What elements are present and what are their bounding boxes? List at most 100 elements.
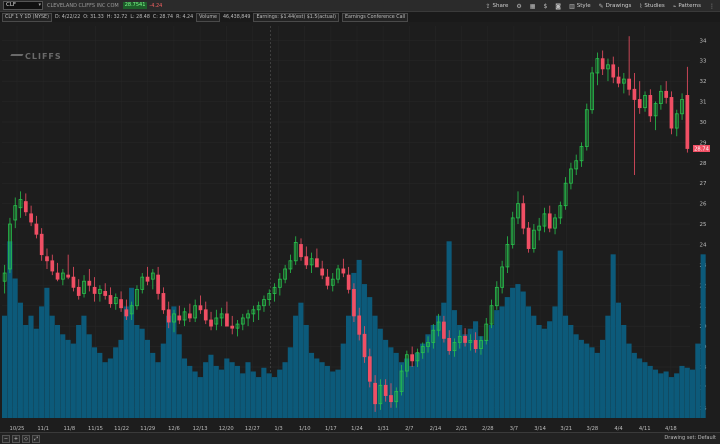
volume-bar <box>166 315 172 418</box>
volume-bar <box>187 365 193 418</box>
candle-body-down <box>373 382 377 405</box>
candle-body-down <box>203 309 208 321</box>
volume-bar <box>113 347 119 418</box>
candle-body-down <box>473 340 478 349</box>
candle-body-down <box>320 268 325 276</box>
period-selector[interactable]: CLF 1 Y 1D (NYSE) <box>2 12 52 22</box>
company-name: CLEVELAND CLIFFS INC COM <box>47 2 119 9</box>
candle-body-down <box>367 356 372 382</box>
cliffs-logo-icon <box>8 54 24 59</box>
chart-canvas[interactable]: 3433323130292827262524232221201918171610… <box>0 22 720 432</box>
volume-bar <box>277 369 283 418</box>
volume-bar <box>28 315 34 418</box>
candle-body-down <box>383 384 388 396</box>
zoom-in-button[interactable]: + <box>12 434 20 443</box>
candle-body-down <box>55 272 60 280</box>
volume-bar <box>118 339 124 418</box>
volume-bar <box>541 328 547 418</box>
candle-body-down <box>346 274 351 290</box>
volume-bar <box>224 358 230 418</box>
volume-bar <box>150 352 156 418</box>
candle-body-down <box>50 260 55 272</box>
volume-bar <box>176 334 182 418</box>
settings-button[interactable]: ⚙ <box>513 0 524 12</box>
candle-body-down <box>526 227 531 249</box>
candle-body-down <box>600 58 605 70</box>
candle-body-down <box>39 233 44 256</box>
volume-bar <box>319 362 325 418</box>
candle-body-down <box>632 88 637 100</box>
bar-low: L: 28.48 <box>130 14 150 20</box>
fit-button[interactable]: ◇ <box>22 434 30 443</box>
drawings-button[interactable]: ✎ Drawings <box>596 0 635 12</box>
volume-bar <box>293 315 299 418</box>
volume-bar <box>70 343 76 418</box>
price-type-button[interactable]: $ <box>540 0 550 12</box>
volume-bar <box>335 369 341 418</box>
volume-bar <box>488 325 494 418</box>
candle-body-down <box>669 97 674 129</box>
patterns-button[interactable]: ⌁ Patterns <box>670 0 704 12</box>
chevron-down-icon[interactable]: ▾ <box>38 2 41 9</box>
volume-bar <box>49 315 55 418</box>
volume-bar <box>499 306 505 418</box>
volume-bar <box>631 352 637 418</box>
volume-bar <box>615 302 621 418</box>
share-button[interactable]: ⇪ Share <box>482 0 511 12</box>
y-tick-label: 34 <box>700 38 707 44</box>
volume-bar <box>578 339 584 418</box>
y-tick-label: 30 <box>700 120 707 126</box>
earnings-label: Earnings: $1.44(est) $1.5(actual) <box>253 12 339 22</box>
volume-bar <box>303 325 309 418</box>
price-chart[interactable]: 3433323130292827262524232221201918171610… <box>0 22 720 444</box>
candle-body-down <box>611 64 616 78</box>
candle-body-down <box>304 256 309 266</box>
plus-icon: + <box>13 435 19 442</box>
volume-bar <box>610 254 616 418</box>
volume-bar <box>695 343 701 418</box>
candle-body-down <box>23 201 28 213</box>
volume-bar <box>647 365 653 418</box>
volume-bar <box>65 339 71 418</box>
volume-bar <box>642 362 648 418</box>
candle-body-down <box>410 354 415 362</box>
volume-bar <box>229 362 235 418</box>
volume-bar <box>562 315 569 418</box>
volume-bar <box>2 315 8 418</box>
volume-bar <box>393 352 399 418</box>
symbol-input[interactable]: CLF ▾ <box>3 1 43 10</box>
drawing-set-label[interactable]: Drawing set: Default <box>664 435 716 441</box>
volume-bar <box>674 373 680 418</box>
snapshot-button[interactable]: ◙ <box>552 0 564 12</box>
candle-body-down <box>648 95 653 117</box>
grid-button[interactable]: ▦ <box>527 0 539 12</box>
volume-bar <box>54 325 61 418</box>
volume-bar <box>308 352 315 418</box>
volume-bar <box>12 278 18 418</box>
candle-body-down <box>225 313 229 327</box>
volume-bar <box>658 373 664 418</box>
expand-button[interactable]: ⤢ <box>32 434 40 443</box>
more-button[interactable]: ⋮ <box>706 0 718 12</box>
zoom-out-button[interactable]: − <box>2 434 10 443</box>
style-button[interactable]: ▥ Style <box>566 0 594 12</box>
y-tick-label: 32 <box>700 79 707 85</box>
volume-bar <box>123 306 129 418</box>
volume-bar <box>39 306 45 418</box>
volume-study-label[interactable]: Volume <box>196 12 220 22</box>
volume-bar <box>197 377 203 418</box>
volume-bar <box>547 321 553 418</box>
bar-range: R: 4.24 <box>176 14 194 20</box>
volume-value: 46,438,849 <box>222 14 251 20</box>
candle-body-down <box>447 337 452 352</box>
y-tick-label: 25 <box>700 222 707 228</box>
studies-button[interactable]: ⌇ Studies <box>636 0 667 12</box>
candle-body-down <box>177 315 182 321</box>
candle-body-down <box>389 395 393 403</box>
candle-body-down <box>627 78 631 90</box>
last-price-label: 28.74 <box>694 147 710 153</box>
volume-bar <box>515 284 521 418</box>
expand-icon: ⤢ <box>33 435 38 442</box>
candle-body-down <box>521 203 526 229</box>
bottom-toolbar: − + ◇ ⤢ Drawing set: Default <box>0 432 720 444</box>
